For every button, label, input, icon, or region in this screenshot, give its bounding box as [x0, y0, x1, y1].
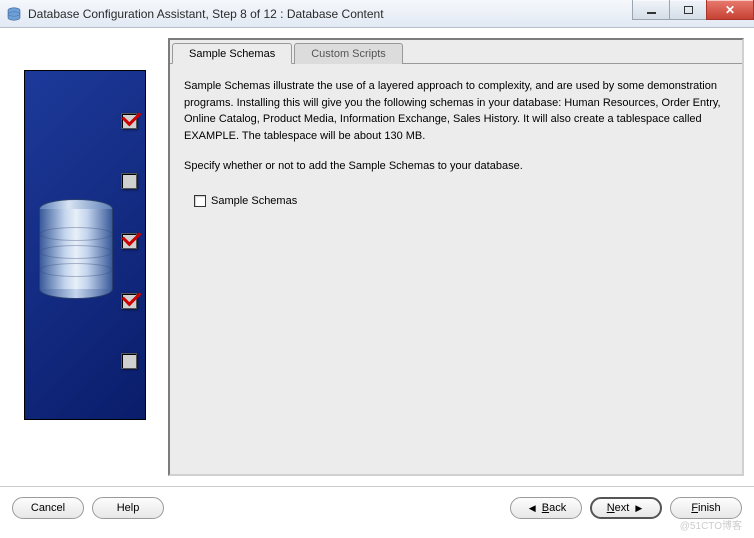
cancel-button[interactable]: Cancel [12, 497, 84, 519]
prompt-text: Specify whether or not to add the Sample… [184, 158, 728, 175]
back-button[interactable]: ◀ Back [510, 497, 582, 519]
footer: Cancel Help ◀ Back Next ▶ Finish [0, 486, 754, 528]
description-text: Sample Schemas illustrate the use of a l… [184, 78, 728, 144]
minimize-button[interactable] [632, 0, 670, 20]
main-panel: Sample Schemas Custom Scripts Sample Sch… [168, 38, 744, 476]
wizard-side-panel [10, 38, 160, 476]
tab-content: Sample Schemas illustrate the use of a l… [170, 63, 742, 223]
content-area: Sample Schemas Custom Scripts Sample Sch… [0, 28, 754, 486]
step-indicator-1 [121, 113, 137, 129]
step-indicator-3 [121, 233, 137, 249]
tab-row: Sample Schemas Custom Scripts [170, 40, 742, 63]
sample-schemas-checkbox-row: Sample Schemas [194, 193, 728, 210]
close-button[interactable]: ✕ [706, 0, 754, 20]
sample-schemas-checkbox[interactable] [194, 195, 206, 207]
finish-button[interactable]: Finish [670, 497, 742, 519]
window-title: Database Configuration Assistant, Step 8… [28, 7, 384, 21]
app-icon [6, 6, 22, 22]
step-indicator-4 [121, 293, 137, 309]
title-bar: Database Configuration Assistant, Step 8… [0, 0, 754, 28]
sample-schemas-label: Sample Schemas [211, 193, 297, 210]
window-controls: ✕ [632, 0, 754, 20]
tab-custom-scripts[interactable]: Custom Scripts [294, 43, 403, 64]
maximize-button[interactable] [669, 0, 707, 20]
step-indicator-5 [121, 353, 137, 369]
tab-sample-schemas[interactable]: Sample Schemas [172, 43, 292, 64]
next-button[interactable]: Next ▶ [590, 497, 662, 519]
help-button[interactable]: Help [92, 497, 164, 519]
wizard-graphic [24, 70, 146, 420]
step-indicator-2 [121, 173, 137, 189]
